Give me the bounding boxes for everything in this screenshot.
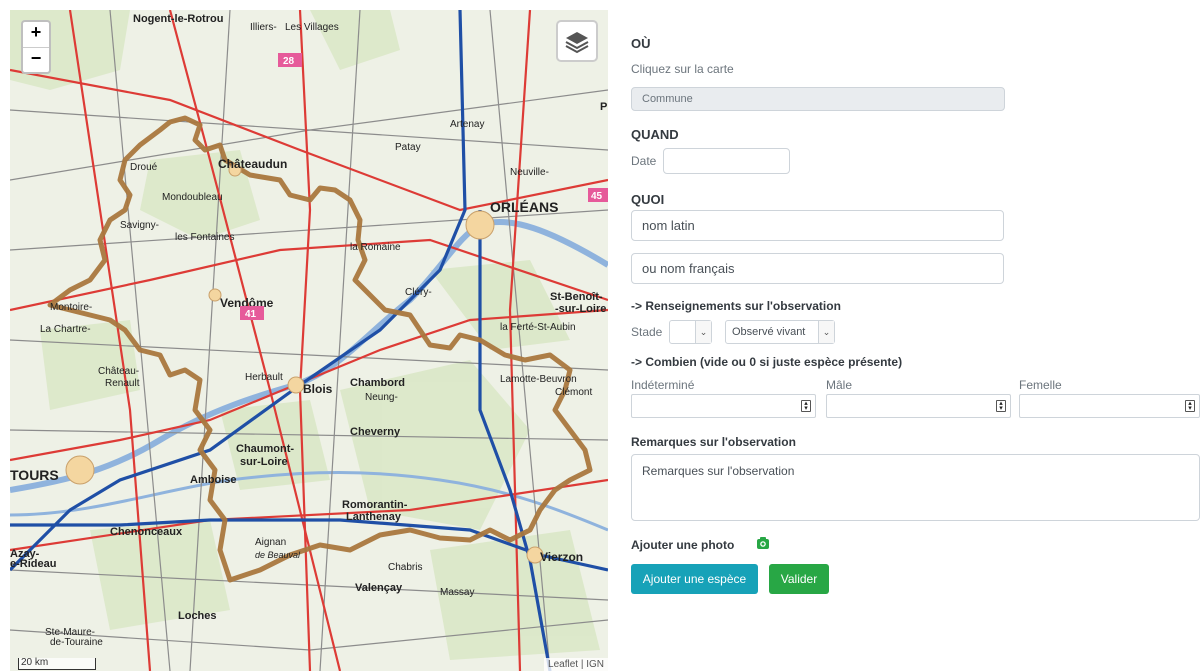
map-scale: 20 km	[18, 658, 96, 670]
svg-text:Chambord: Chambord	[350, 377, 405, 389]
commune-field[interactable]: Commune	[631, 87, 1005, 111]
male-label: Mâle	[826, 378, 853, 392]
svg-text:Montoire-: Montoire-	[50, 302, 92, 313]
stade-label: Stade	[631, 325, 663, 339]
svg-text:les Fontaines: les Fontaines	[175, 232, 234, 243]
ou-hint: Cliquez sur la carte	[631, 62, 734, 76]
quand-title: QUAND	[631, 127, 679, 142]
svg-text:Pith: Pith	[600, 101, 608, 113]
svg-text:La Chartre-: La Chartre-	[40, 324, 91, 335]
svg-text:de-Touraine: de-Touraine	[50, 637, 103, 648]
indetermine-field[interactable]: ▴ ▾	[631, 394, 816, 418]
svg-text:sur-Loire: sur-Loire	[240, 456, 288, 468]
svg-text:Renault: Renault	[105, 378, 140, 389]
femelle-label: Femelle	[1019, 378, 1062, 392]
zoom-in-button[interactable]: +	[23, 22, 49, 47]
indetermine-label: Indéterminé	[631, 378, 695, 392]
svg-text:e-Rideau: e-Rideau	[10, 558, 56, 570]
male-field[interactable]: ▴ ▾	[826, 394, 1011, 418]
observe-select-value: Observé vivant	[732, 326, 806, 338]
svg-text:Nogent-le-Rotrou: Nogent-le-Rotrou	[133, 13, 223, 25]
chevron-down-icon: ⌄	[818, 321, 834, 343]
svg-text:41: 41	[245, 309, 257, 320]
svg-text:Savigny-: Savigny-	[120, 220, 159, 231]
zoom-out-button[interactable]: −	[23, 47, 49, 72]
camera-icon[interactable]	[756, 536, 770, 550]
svg-text:Clémont: Clémont	[555, 387, 592, 398]
photo-label[interactable]: Ajouter une photo	[631, 538, 734, 552]
svg-text:Chabris: Chabris	[388, 562, 422, 573]
svg-text:Illiers-: Illiers-	[250, 22, 277, 33]
svg-text:Cheverny: Cheverny	[350, 426, 401, 438]
svg-text:Droué: Droué	[130, 162, 158, 173]
svg-text:-sur-Loire: -sur-Loire	[555, 303, 606, 315]
stepper-icon[interactable]: ▴ ▾	[801, 400, 811, 412]
stepper-icon[interactable]: ▴ ▾	[996, 400, 1006, 412]
svg-text:Aignan: Aignan	[255, 537, 286, 548]
latin-name-field[interactable]: nom latin	[631, 210, 1004, 241]
svg-text:45: 45	[591, 191, 603, 202]
svg-text:Artenay: Artenay	[450, 119, 484, 130]
validate-button[interactable]: Valider	[769, 564, 829, 594]
svg-text:ORLÉANS: ORLÉANS	[490, 199, 558, 215]
svg-text:la Romaine: la Romaine	[350, 242, 401, 253]
add-species-button[interactable]: Ajouter une espèce	[631, 564, 758, 594]
svg-text:Chaumont-: Chaumont-	[236, 443, 294, 455]
femelle-field[interactable]: ▴ ▾	[1019, 394, 1200, 418]
svg-text:Lanthenay: Lanthenay	[346, 511, 402, 523]
svg-text:TOURS: TOURS	[10, 467, 59, 483]
layers-button[interactable]	[556, 20, 598, 62]
date-field[interactable]	[663, 148, 790, 174]
combien-title: -> Combien (vide ou 0 si juste espèce pr…	[631, 355, 903, 369]
svg-text:Amboise: Amboise	[190, 474, 236, 486]
svg-text:Patay: Patay	[395, 142, 421, 153]
svg-text:Massay: Massay	[440, 587, 474, 598]
svg-text:Romorantin-: Romorantin-	[342, 499, 408, 511]
date-label: Date	[631, 154, 657, 168]
ou-title: OÙ	[631, 36, 651, 51]
svg-text:Châteaudun: Châteaudun	[218, 157, 287, 171]
svg-text:Chenonceaux: Chenonceaux	[110, 526, 183, 538]
stade-select[interactable]: ⌄	[669, 320, 712, 344]
svg-text:Neuville-: Neuville-	[510, 167, 549, 178]
svg-text:Mondoubleau: Mondoubleau	[162, 192, 223, 203]
renseignements-title: -> Renseignements sur l'observation	[631, 299, 841, 313]
svg-text:de Beauval: de Beauval	[255, 550, 301, 560]
stepper-icon[interactable]: ▴ ▾	[1185, 400, 1195, 412]
svg-text:Cléry-: Cléry-	[405, 287, 432, 298]
quoi-title: QUOI	[631, 192, 665, 207]
map-attribution[interactable]: Leaflet | IGN	[544, 658, 608, 671]
svg-text:Valençay: Valençay	[355, 582, 403, 594]
remarques-title: Remarques sur l'observation	[631, 435, 796, 449]
remarques-textarea[interactable]: Remarques sur l'observation	[631, 454, 1200, 521]
layers-icon	[565, 32, 589, 54]
observation-form: OÙ Cliquez sur la carte Commune QUAND Da…	[631, 0, 1200, 671]
svg-text:Château-: Château-	[98, 366, 139, 377]
map-tiles[interactable]: Nogent-le-Rotrou Châteaudun ORLÉANS Vend…	[10, 10, 608, 671]
svg-text:St-Benoît-: St-Benoît-	[550, 291, 603, 303]
svg-text:Vierzon: Vierzon	[540, 550, 583, 564]
svg-text:28: 28	[283, 56, 295, 67]
observe-select[interactable]: Observé vivant ⌄	[725, 320, 835, 344]
svg-text:Loches: Loches	[178, 610, 217, 622]
svg-text:Blois: Blois	[303, 382, 333, 396]
svg-text:la Ferté-St-Aubin: la Ferté-St-Aubin	[500, 322, 576, 333]
svg-text:Lamotte-Beuvron: Lamotte-Beuvron	[500, 374, 577, 385]
chevron-down-icon: ⌄	[695, 321, 711, 343]
zoom-control: + −	[21, 20, 51, 74]
map[interactable]: Nogent-le-Rotrou Châteaudun ORLÉANS Vend…	[10, 10, 608, 671]
french-name-field[interactable]: ou nom français	[631, 253, 1004, 284]
svg-text:Neung-: Neung-	[365, 392, 398, 403]
svg-text:Herbault: Herbault	[245, 372, 283, 383]
svg-text:Les Villages: Les Villages	[285, 22, 339, 33]
